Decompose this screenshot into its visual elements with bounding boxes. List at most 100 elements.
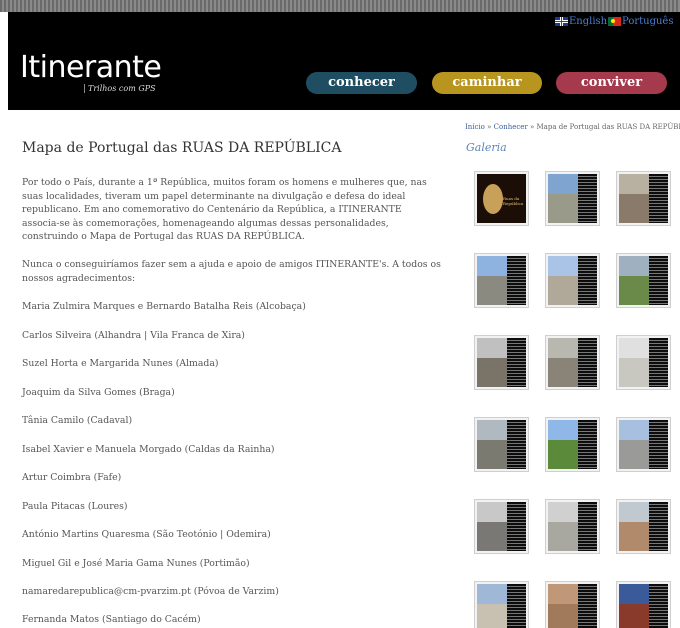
site-logo[interactable]: Itinerante <box>20 50 162 85</box>
top-strip <box>0 0 680 12</box>
breadcrumb-separator: » <box>484 123 494 131</box>
language-english-label: English <box>569 16 608 27</box>
gallery-thumbnail[interactable] <box>474 335 529 390</box>
thumbnail-image <box>619 502 668 551</box>
gallery-thumbnail[interactable] <box>545 335 600 390</box>
thumbnail-text-panel <box>507 256 526 305</box>
nav-conhecer-button[interactable]: conhecer <box>306 72 417 94</box>
gallery-thumbnail[interactable] <box>474 499 529 554</box>
thumbnail-image <box>619 256 668 305</box>
site-tagline: Trilhos com GPS <box>84 84 156 93</box>
gallery-thumbnail[interactable] <box>616 417 671 472</box>
nav-conviver-button[interactable]: conviver <box>556 72 667 94</box>
thanks-item: Maria Zulmira Marques e Bernardo Batalha… <box>22 301 306 312</box>
thumbnail-image <box>477 502 526 551</box>
thumbnail-sky <box>619 256 650 276</box>
thanks-item: Artur Coimbra (Fafe) <box>22 472 122 483</box>
gallery-thumbnail[interactable] <box>474 253 529 308</box>
thumbnail-sky <box>619 420 650 440</box>
gallery-thumbnail[interactable] <box>474 581 529 628</box>
gallery-thumbnail[interactable] <box>616 171 671 226</box>
thumbnail-image <box>477 584 526 628</box>
thumbnail-text-panel <box>649 420 668 469</box>
breadcrumb-home-link[interactable]: Início <box>465 123 485 131</box>
thumbnail-image <box>619 584 668 628</box>
breadcrumb-separator: » <box>527 123 537 131</box>
thumbnail-image <box>548 338 597 387</box>
thumbnail-text-panel <box>507 420 526 469</box>
thumbnail-emblem <box>483 184 503 214</box>
thanks-item: Fernanda Matos (Santiago do Cacém) <box>22 614 201 625</box>
thumbnail-sky <box>548 256 579 276</box>
uk-flag-icon <box>555 17 568 26</box>
pt-flag-icon <box>608 17 621 26</box>
thumbnail-text-panel <box>507 584 526 628</box>
thumbnail-image <box>619 174 668 223</box>
thumbnail-sky <box>477 420 508 440</box>
thumbnail-image <box>477 256 526 305</box>
gallery-thumbnail[interactable] <box>616 581 671 628</box>
thanks-item: Carlos Silveira (Alhandra | Vila Franca … <box>22 330 245 341</box>
thumbnail-image: Ruas da República <box>477 174 526 223</box>
thanks-intro-paragraph: Nunca o conseguiríamos fazer sem a ajuda… <box>22 259 441 284</box>
thumbnail-text-panel <box>649 174 668 223</box>
thumbnail-caption: Ruas da República <box>503 196 524 206</box>
thumbnail-image <box>548 174 597 223</box>
gallery-thumbnail[interactable] <box>545 417 600 472</box>
thumbnail-image <box>477 338 526 387</box>
thumbnail-text-panel <box>649 338 668 387</box>
thanks-item: Tânia Camilo (Cadaval) <box>22 415 133 426</box>
thanks-item: namaredarepublica@cm-pvarzim.pt (Póvoa d… <box>22 586 279 597</box>
gallery-thumbnail[interactable] <box>545 499 600 554</box>
thumbnail-sky <box>619 584 650 604</box>
thumbnail-text-panel <box>578 502 597 551</box>
nav-caminhar-button[interactable]: caminhar <box>432 72 542 94</box>
thumbnail-image <box>548 584 597 628</box>
thumbnail-text-panel <box>578 584 597 628</box>
page-title: Mapa de Portugal das RUAS DA REPÚBLICA <box>22 140 342 156</box>
gallery-thumbnail[interactable] <box>474 417 529 472</box>
gallery-thumbnail[interactable] <box>616 253 671 308</box>
thumbnail-sky <box>619 174 650 194</box>
gallery-title: Galeria <box>466 141 507 154</box>
thumbnail-image <box>619 338 668 387</box>
gallery-thumbnail[interactable] <box>616 335 671 390</box>
breadcrumb: Início » Conhecer » Mapa de Portugal das… <box>465 123 680 131</box>
thumbnail-image <box>548 256 597 305</box>
thumbnail-text-panel <box>578 420 597 469</box>
thumbnail-text-panel <box>649 584 668 628</box>
thumbnail-sky <box>477 256 508 276</box>
intro-paragraph: Por todo o País, durante a 1ª República,… <box>22 177 427 243</box>
gallery-thumbnail[interactable] <box>545 581 600 628</box>
thumbnail-sky <box>548 420 579 440</box>
thumbnail-text-panel <box>578 174 597 223</box>
gallery-thumbnail[interactable] <box>545 253 600 308</box>
language-portuguese-label: Português <box>622 16 674 27</box>
gallery-thumbnail[interactable]: Ruas da República <box>474 171 529 226</box>
thumbnail-text-panel <box>578 256 597 305</box>
thumbnail-text-panel <box>649 502 668 551</box>
breadcrumb-section-link[interactable]: Conhecer <box>494 123 528 131</box>
thumbnail-text-panel <box>578 338 597 387</box>
thumbnail-sky <box>477 338 508 358</box>
thumbnail-sky <box>548 502 579 522</box>
breadcrumb-current: Mapa de Portugal das RUAS DA REPÚBLICA <box>536 123 680 131</box>
thumbnail-sky <box>477 502 508 522</box>
thumbnail-sky <box>548 174 579 194</box>
thumbnail-sky <box>477 584 508 604</box>
thanks-item: Joaquim da Silva Gomes (Braga) <box>22 387 175 398</box>
thumbnail-text-panel <box>507 338 526 387</box>
thumbnail-image <box>477 420 526 469</box>
gallery-thumbnail[interactable] <box>616 499 671 554</box>
thumbnail-text-panel <box>507 502 526 551</box>
thumbnail-image <box>548 502 597 551</box>
language-portuguese-link[interactable]: Português <box>608 16 673 27</box>
thanks-item: Suzel Horta e Margarida Nunes (Almada) <box>22 358 219 369</box>
thumbnail-sky <box>619 502 650 522</box>
thumbnail-sky <box>619 338 650 358</box>
thumbnail-text-panel <box>649 256 668 305</box>
language-english-link[interactable]: English <box>555 16 607 27</box>
thumbnail-image <box>548 420 597 469</box>
gallery-thumbnail[interactable] <box>545 171 600 226</box>
thanks-item: Paula Pitacas (Loures) <box>22 501 128 512</box>
